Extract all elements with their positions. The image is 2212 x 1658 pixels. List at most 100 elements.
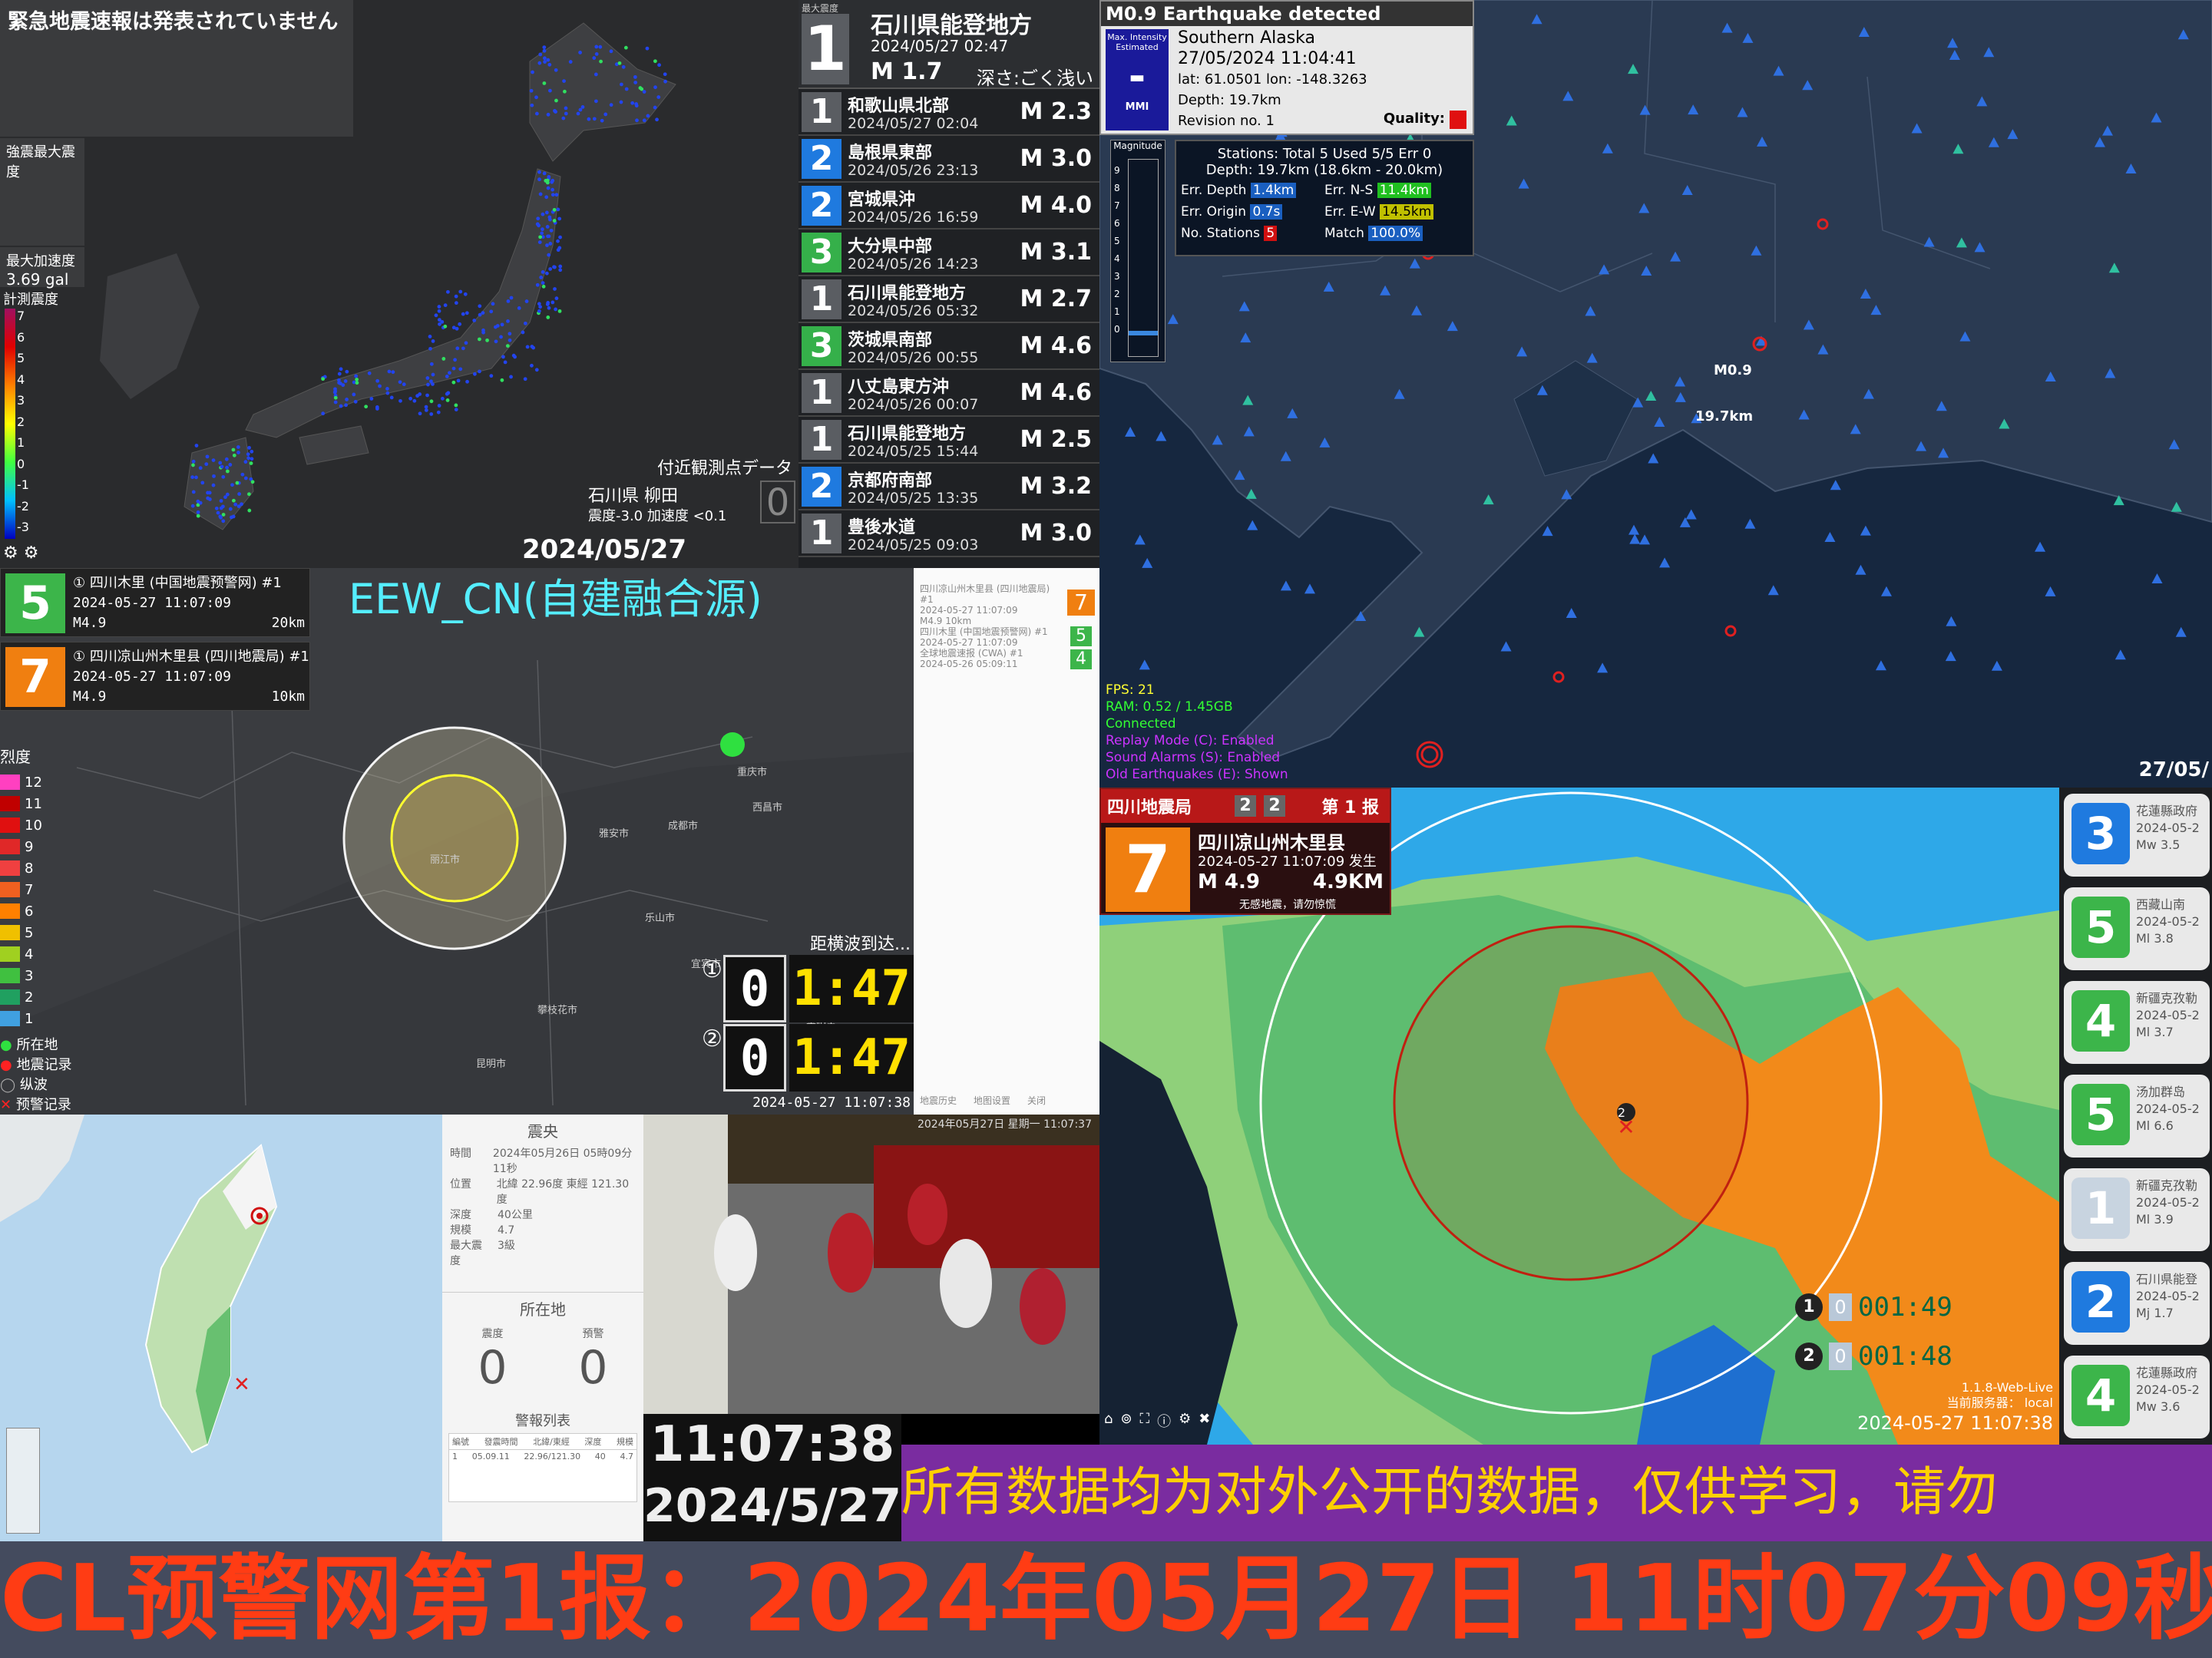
station-dot — [224, 457, 229, 461]
history-button[interactable]: 地震历史 — [920, 1094, 957, 1107]
station-dot — [511, 353, 516, 358]
row-intensity: 2 — [802, 139, 841, 179]
close-button[interactable]: 关闭 — [1027, 1094, 1046, 1107]
station-dot — [250, 457, 254, 461]
recent-quake-card[interactable]: 5 西藏山南 2024-05-2 Ml 3.8 — [2064, 887, 2210, 970]
quake-row[interactable]: 2 京都府南部 2024/05/25 13:35 M 3.2 — [799, 464, 1099, 510]
legend-row: 9 — [0, 836, 77, 857]
station-dot — [545, 225, 550, 229]
recent-quake-card[interactable]: 4 花蓮縣政府 2024-05-2 Mw 3.6 — [2064, 1356, 2210, 1438]
row-intensity: 2 — [802, 467, 841, 507]
station-dot — [478, 337, 481, 342]
nstations-label: No. Stations — [1181, 226, 1260, 241]
station-dot — [233, 502, 238, 507]
magnitude-tick: 1 — [1114, 306, 1120, 317]
err-origin-value: 0.7s — [1250, 204, 1283, 220]
cnlist-badge-3: 4 — [1070, 649, 1092, 669]
recent-quake-card[interactable]: 2 石川県能登 2024-05-2 Mj 1.7 — [2064, 1262, 2210, 1345]
station-dot — [598, 45, 603, 49]
row-date: 2024/05/25 15:44 — [848, 443, 979, 460]
match-label: Match — [1324, 226, 1364, 241]
latest-quake[interactable]: 最大震度 1 石川県能登地方 2024/05/27 02:47 M 1.7 深さ… — [799, 0, 1099, 89]
station-dot — [531, 70, 534, 74]
quake-row[interactable]: 3 茨城県南部 2024/05/26 00:55 M 4.6 — [799, 323, 1099, 370]
recent-quake-card[interactable]: 4 新疆克孜勒 2024-05-2 Ml 3.7 — [2064, 981, 2210, 1064]
disclaimer-ticker: 所有数据均为对外公开的数据，仅供学习，请勿 — [901, 1445, 2212, 1541]
quake-row[interactable]: 1 豊後水道 2024/05/25 09:03 M 3.0 — [799, 510, 1099, 557]
magnitude-tick: 6 — [1114, 218, 1120, 229]
quake-row[interactable]: 1 八丈島東方沖 2024/05/26 00:07 M 4.6 — [799, 370, 1099, 417]
station-dot — [445, 398, 450, 402]
station-dot — [223, 495, 227, 500]
station-dot — [508, 332, 512, 336]
row-mag: M 2.7 — [1020, 286, 1092, 312]
stations-summary: Stations: Total 5 Used 5/5 Err 0 — [1217, 146, 1432, 162]
station-dot — [554, 98, 558, 103]
magnitude-gauge: Magnitude 9 8 7 6 5 4 3 2 1 0 — [1110, 140, 1166, 362]
station-dot — [557, 246, 562, 250]
station-dot — [609, 49, 613, 54]
map-settings-button[interactable]: 地图设置 — [974, 1094, 1010, 1107]
card1-mag: M4.9 — [73, 615, 107, 631]
recent-quake-card[interactable]: 3 花蓮縣政府 2024-05-2 Mw 3.5 — [2064, 794, 2210, 877]
delete-icon[interactable]: ✖ — [1199, 1411, 1210, 1431]
station-dot — [387, 369, 392, 374]
quake-row[interactable]: 2 宮城県沖 2024/05/26 16:59 M 4.0 — [799, 183, 1099, 230]
row-intensity: 1 — [802, 373, 841, 413]
fps-readout: FPS: 21 — [1106, 682, 1155, 698]
station-dot — [436, 410, 441, 414]
station-dot — [196, 514, 200, 518]
info-icon[interactable]: ⓘ — [1157, 1411, 1171, 1431]
station-dot — [653, 85, 657, 90]
recent-quake-card[interactable]: 1 新疆克孜勒 2024-05-2 Ml 3.9 — [2064, 1168, 2210, 1251]
station-dot — [454, 301, 458, 306]
quake-row[interactable]: 1 石川県能登地方 2024/05/25 15:44 M 2.5 — [799, 417, 1099, 464]
station-dot — [538, 305, 543, 309]
station-dot — [402, 382, 406, 387]
station-dot — [391, 370, 395, 375]
settings-gear-icon[interactable]: ⚙ ⚙ — [3, 543, 38, 563]
cn-alert-card-1[interactable]: 5 ① 四川木里 (中国地震预警网) #1 2024-05-27 11:07:0… — [0, 568, 310, 637]
row-region: 石川県能登地方 — [848, 424, 967, 444]
max-intensity-label: 強震最大震度 — [6, 144, 75, 180]
latest-region: 石川県能登地方 — [871, 12, 1032, 39]
card2-mag: M4.9 — [73, 689, 107, 705]
station-dot — [344, 403, 349, 408]
legend-row: 7 — [0, 879, 77, 900]
quake-row[interactable]: 1 和歌山県北部 2024/05/27 02:04 M 2.3 — [799, 89, 1099, 136]
card2-time: 2024-05-27 11:07:09 — [73, 669, 231, 685]
recent-quake-card[interactable]: 5 汤加群岛 2024-05-2 Ml 6.6 — [2064, 1075, 2210, 1158]
quake-row[interactable]: 2 島根県東部 2024/05/26 23:13 M 3.0 — [799, 136, 1099, 183]
server-text: 当前服务器： local — [1946, 1395, 2053, 1410]
countdown2-time: 1:47 — [789, 1024, 914, 1092]
station-dot — [458, 367, 463, 372]
alert-list-row[interactable]: 1 05.09.11 22.96/121.30 40 4.7 — [449, 1450, 636, 1463]
quake-rows: 1 和歌山県北部 2024/05/27 02:04 M 2.3 2 島根県東部 2… — [799, 89, 1099, 557]
station-dot — [537, 240, 542, 245]
magnitude-tick: 0 — [1114, 324, 1120, 335]
station-dot — [549, 228, 554, 233]
scale-tick: 4 — [17, 372, 25, 387]
home-icon[interactable]: ⌂ — [1104, 1411, 1113, 1431]
station-dot — [538, 52, 543, 57]
station-dot — [219, 499, 223, 503]
station-dot — [551, 300, 555, 305]
station-dot — [538, 235, 543, 239]
station-dot — [228, 463, 233, 467]
cnlist-badge-1: 7 — [1067, 590, 1095, 616]
cn-alert-card-2[interactable]: 7 ① 四川凉山州木里县 (四川地震局) #1 2024-05-27 11:07… — [0, 642, 310, 711]
settings-icon[interactable]: ⚙ — [1179, 1411, 1191, 1431]
layers-icon[interactable]: ⊚ — [1120, 1411, 1132, 1431]
quake-row[interactable]: 3 大分県中部 2024/05/26 14:23 M 3.1 — [799, 230, 1099, 276]
sichuan-alert-card[interactable]: 四川地震局 2 2 第 1 报 7 四川凉山州木里县 2024-05-27 11… — [1099, 788, 1391, 915]
alert-list-title: 警報列表 — [515, 1413, 570, 1429]
station-dot — [554, 68, 558, 72]
legend-title: 烈度 — [0, 748, 31, 766]
fullscreen-icon[interactable]: ⛶ — [1140, 1411, 1150, 1431]
nearby-intensity: 0 — [760, 481, 795, 523]
station-dot — [558, 268, 563, 272]
magnitude-tick: 4 — [1114, 253, 1120, 264]
quake-row[interactable]: 1 石川県能登地方 2024/05/26 05:32 M 2.7 — [799, 276, 1099, 323]
card-badge-1: 2 — [1235, 795, 1256, 817]
station-dot — [464, 341, 468, 345]
